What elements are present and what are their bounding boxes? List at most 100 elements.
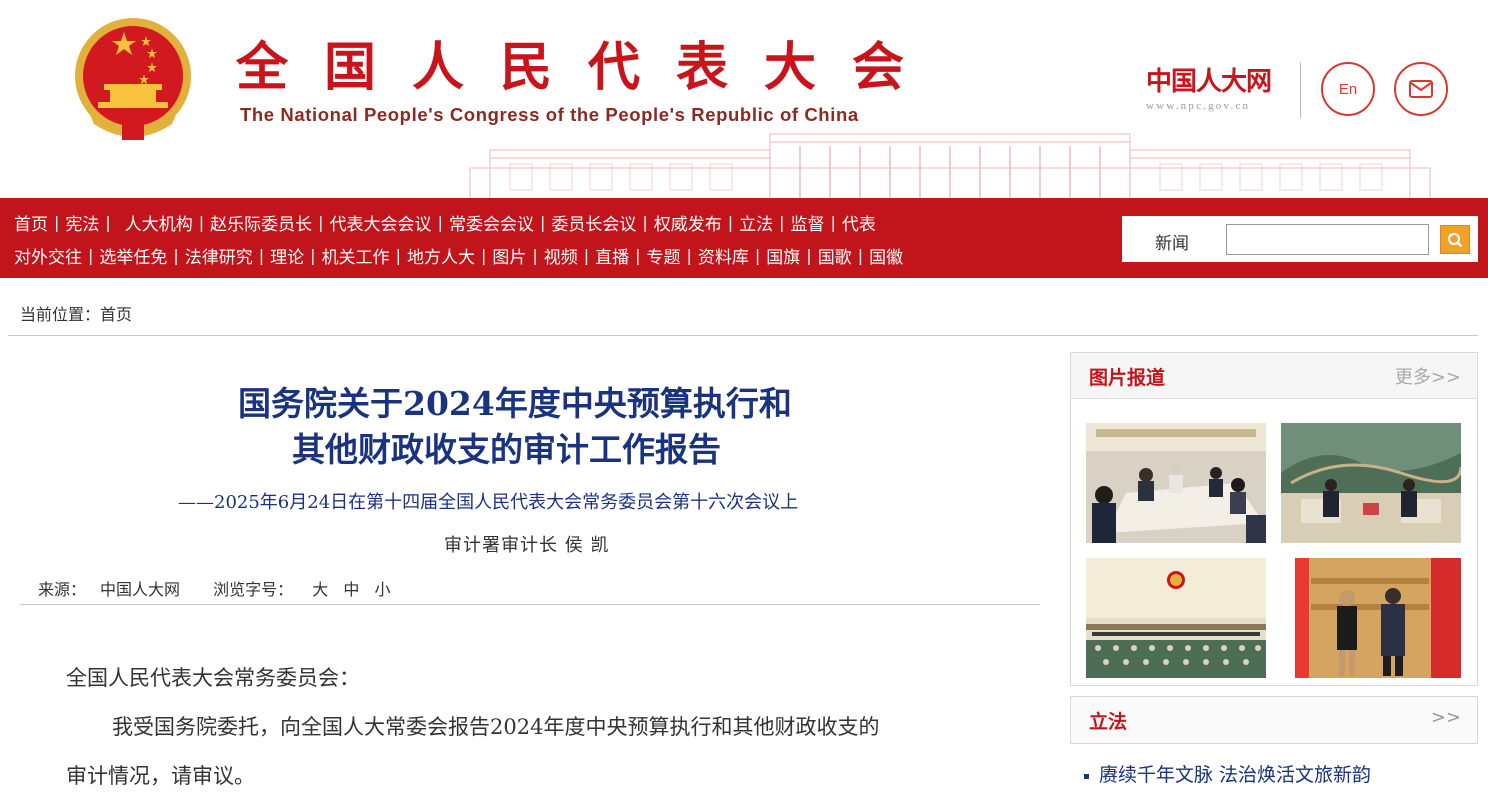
nav-row-2: 对外交往 | 选举任免 | 法律研究 | 理论 | 机关工作 | 地方人大 | 图片 | 视频… — [14, 243, 903, 268]
npc-logo-url: www.npc.gov.cn — [1146, 100, 1251, 112]
article-paragraph-line: 我受国务院委托，向全国人大常委会报告2024年度中央预算执行和其他财政收支的 — [112, 715, 880, 739]
article-title-line-1: 国务院关于2024年度中央预算执行和 — [238, 384, 792, 423]
english-version-button[interactable]: En — [1321, 62, 1375, 116]
nav-separator: | — [198, 213, 205, 232]
nav-separator: | — [480, 246, 487, 265]
english-button-label: En — [1338, 80, 1358, 98]
mail-icon — [1409, 80, 1433, 98]
nav-separator: | — [583, 246, 590, 265]
nav-item-chairmen-council[interactable]: 委员长会议 — [551, 210, 636, 235]
photo-meeting-table[interactable] — [1086, 423, 1266, 543]
article-paragraph-line: 审计情况，请审议。 — [66, 764, 255, 788]
nav-item-official-releases[interactable]: 权威发布 — [654, 210, 722, 235]
nav-item-standing-committee[interactable]: 常委会会议 — [449, 210, 534, 235]
nav-separator: | — [318, 213, 324, 232]
nav-separator: | — [539, 213, 546, 232]
nav-item-national-flag[interactable]: 国旗 — [766, 243, 800, 268]
font-size-large-button[interactable]: 大 — [312, 580, 328, 599]
nav-separator: | — [857, 246, 864, 265]
nav-item-local-congress[interactable]: 地方人大 — [407, 243, 475, 268]
article-author: 审计署审计长 侯 凯 — [444, 535, 610, 556]
nav-item-video[interactable]: 视频 — [544, 243, 578, 268]
nav-separator: | — [779, 213, 785, 232]
nav-separator: | — [105, 213, 111, 232]
nav-separator: | — [806, 246, 812, 265]
photo-reports-header: 图片报道 更多>> — [1071, 353, 1477, 399]
nav-item-chairman[interactable]: 赵乐际委员长 — [210, 210, 312, 235]
npc-website-logo[interactable]: 中国人大网 www.npc.gov.cn — [1146, 66, 1296, 122]
source-label: 来源： — [38, 580, 87, 599]
nav-separator: | — [642, 213, 648, 232]
search-icon — [1447, 232, 1463, 247]
nav-separator: | — [258, 246, 265, 265]
nav-item-legislation[interactable]: 立法 — [739, 210, 773, 235]
mail-button[interactable] — [1394, 62, 1448, 116]
search-category-label[interactable]: 新闻 — [1155, 229, 1189, 254]
great-hall-illustration — [469, 133, 1431, 198]
nav-separator: | — [635, 246, 641, 265]
nav-item-elections[interactable]: 选举任免 — [99, 243, 167, 268]
legislation-title: 立法 — [1089, 711, 1128, 733]
photo-diplomatic-handshake[interactable] — [1281, 558, 1461, 678]
nav-item-topics[interactable]: 专题 — [647, 243, 681, 268]
legislation-news-item[interactable]: 赓续千年文脉 法治焕活文旅新韵 — [1084, 760, 1371, 787]
nav-item-congress-sessions[interactable]: 代表大会会议 — [330, 210, 432, 235]
nav-separator: | — [532, 246, 538, 265]
search-button[interactable] — [1440, 225, 1470, 254]
photo-great-wall-meeting[interactable] — [1281, 423, 1461, 543]
nav-separator: | — [54, 213, 60, 232]
main-navigation: 首页 | 宪法 | 人大机构 | 赵乐际委员长 | 代表大会会议 | 常委会会议 | 委员长… — [0, 198, 1488, 278]
nav-item-supervision[interactable]: 监督 — [791, 210, 825, 235]
breadcrumb-prefix: 当前位置： — [20, 305, 101, 324]
site-title-en: The National People's Congress of the Pe… — [240, 104, 859, 125]
nav-item-pictures[interactable]: 图片 — [492, 243, 526, 268]
nav-separator: | — [173, 246, 179, 265]
article-meta-divider — [20, 604, 1040, 605]
nav-separator: | — [754, 246, 761, 265]
list-bullet-icon — [1084, 774, 1089, 779]
nav-separator: | — [437, 213, 443, 232]
nav-item-legal-research[interactable]: 法律研究 — [185, 243, 253, 268]
nav-item-deputies[interactable]: 代表 — [842, 210, 876, 235]
npc-logo-text: 中国人大网 — [1146, 67, 1272, 97]
font-size-medium-button[interactable]: 中 — [343, 580, 359, 599]
nav-separator: | — [395, 246, 401, 265]
nav-item-theory[interactable]: 理论 — [270, 243, 304, 268]
nav-item-live[interactable]: 直播 — [595, 243, 629, 268]
nav-separator: | — [727, 213, 734, 232]
photo-reports-title: 图片报道 — [1089, 367, 1166, 389]
nav-item-foreign-affairs[interactable]: 对外交往 — [14, 243, 82, 268]
article: 国务院关于2024年度中央预算执行和 其他财政收支的审计工作报告 ——2025年… — [20, 336, 1040, 795]
nav-item-npc-organs[interactable]: 人大机构 — [125, 210, 193, 235]
nav-separator: | — [830, 213, 836, 232]
font-size-small-button[interactable]: 小 — [374, 580, 390, 599]
nav-item-national-anthem[interactable]: 国歌 — [818, 243, 852, 268]
legislation-more-link[interactable]: >> — [1431, 707, 1461, 728]
nav-row-1: 首页 | 宪法 | 人大机构 | 赵乐际委员长 | 代表大会会议 | 常委会会议 | 委员长… — [14, 210, 876, 235]
site-title-cn: 全国人民代表大会 — [236, 38, 941, 98]
search-input[interactable] — [1226, 224, 1429, 255]
legislation-header: 立法 >> — [1071, 697, 1477, 743]
nav-separator: | — [88, 246, 94, 265]
nav-item-constitution[interactable]: 宪法 — [65, 210, 99, 235]
article-salutation: 全国人民代表大会常务委员会： — [66, 666, 360, 690]
article-subtitle: ——2025年6月24日在第十四届全国人民代表大会常务委员会第十六次会议上 — [178, 492, 799, 513]
nav-separator: | — [310, 246, 316, 265]
nav-item-office-work[interactable]: 机关工作 — [322, 243, 390, 268]
logo-divider — [1300, 62, 1301, 118]
breadcrumb-home-link[interactable]: 首页 — [100, 305, 132, 324]
source-value: 中国人大网 — [100, 580, 181, 599]
nav-separator: | — [686, 246, 692, 265]
photo-reports-more-link[interactable]: 更多>> — [1395, 363, 1461, 389]
nav-item-home[interactable]: 首页 — [14, 210, 48, 235]
legislation-news-title: 赓续千年文脉 法治焕活文旅新韵 — [1099, 764, 1372, 786]
article-meta: 来源： 中国人大网 浏览字号： 大 中 小 — [38, 576, 400, 600]
legislation-panel: 立法 >> — [1070, 696, 1478, 744]
national-emblem-icon — [75, 18, 191, 140]
photo-reports-panel: 图片报道 更多>> — [1070, 352, 1478, 686]
photo-plenary-hall[interactable] — [1086, 558, 1266, 678]
nav-item-database[interactable]: 资料库 — [698, 243, 749, 268]
article-title-line-2: 其他财政收支的审计工作报告 — [292, 430, 721, 469]
breadcrumb: 当前位置：首页 — [20, 301, 132, 325]
nav-item-national-emblem[interactable]: 国徽 — [869, 243, 903, 268]
